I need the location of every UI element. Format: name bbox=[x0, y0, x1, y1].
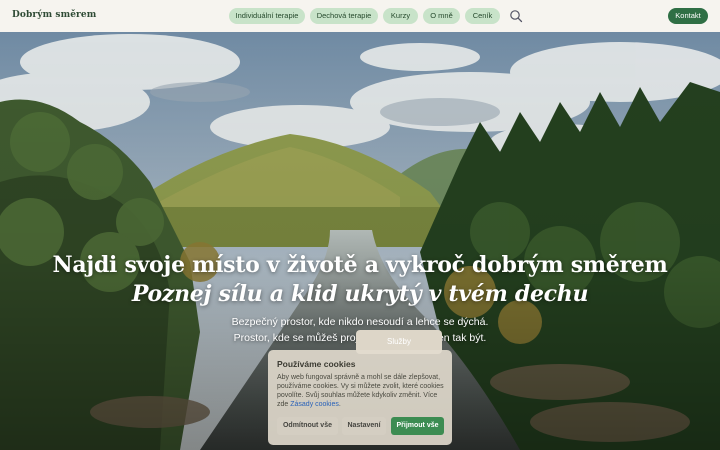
nav-individual-therapy[interactable]: Individuální terapie bbox=[229, 8, 305, 24]
hero-title: Najdi svoje místo v životě a vykroč dobr… bbox=[52, 252, 668, 278]
search-icon[interactable] bbox=[508, 8, 524, 24]
hero-subtitle-italic: Poznej sílu a klid ukrytý v tvém dechu bbox=[131, 281, 589, 307]
cookie-text-period: . bbox=[338, 401, 341, 408]
nav-about[interactable]: O mně bbox=[423, 8, 460, 24]
site-header: Dobrým směrem Individuální terapie Decho… bbox=[0, 0, 720, 32]
cookie-policy-link[interactable]: Zásady cookies bbox=[290, 401, 339, 408]
cookie-banner-title: Používáme cookies bbox=[277, 359, 356, 369]
accept-all-button[interactable]: Přijmout vše bbox=[391, 417, 444, 435]
cookie-buttons: Odmítnout vše Nastavení Přijmout vše bbox=[277, 417, 445, 435]
decline-all-button[interactable]: Odmítnout vše bbox=[277, 417, 338, 435]
cookie-banner: Používáme cookies Aby web fungoval správ… bbox=[268, 350, 452, 445]
hero-description-line1: Bezpečný prostor, kde nikdo nesoudí a le… bbox=[231, 316, 489, 328]
site-logo[interactable]: Dobrým směrem bbox=[12, 10, 96, 20]
contact-button[interactable]: Kontakt bbox=[668, 8, 708, 24]
cookie-settings-button[interactable]: Nastavení bbox=[342, 417, 386, 435]
nav-breath-therapy[interactable]: Dechová terapie bbox=[310, 8, 378, 24]
nav-courses[interactable]: Kurzy bbox=[383, 8, 418, 24]
nav-pricing[interactable]: Ceník bbox=[465, 8, 500, 24]
cookie-banner-text: Aby web fungoval správně a mohl se dále … bbox=[277, 373, 445, 409]
